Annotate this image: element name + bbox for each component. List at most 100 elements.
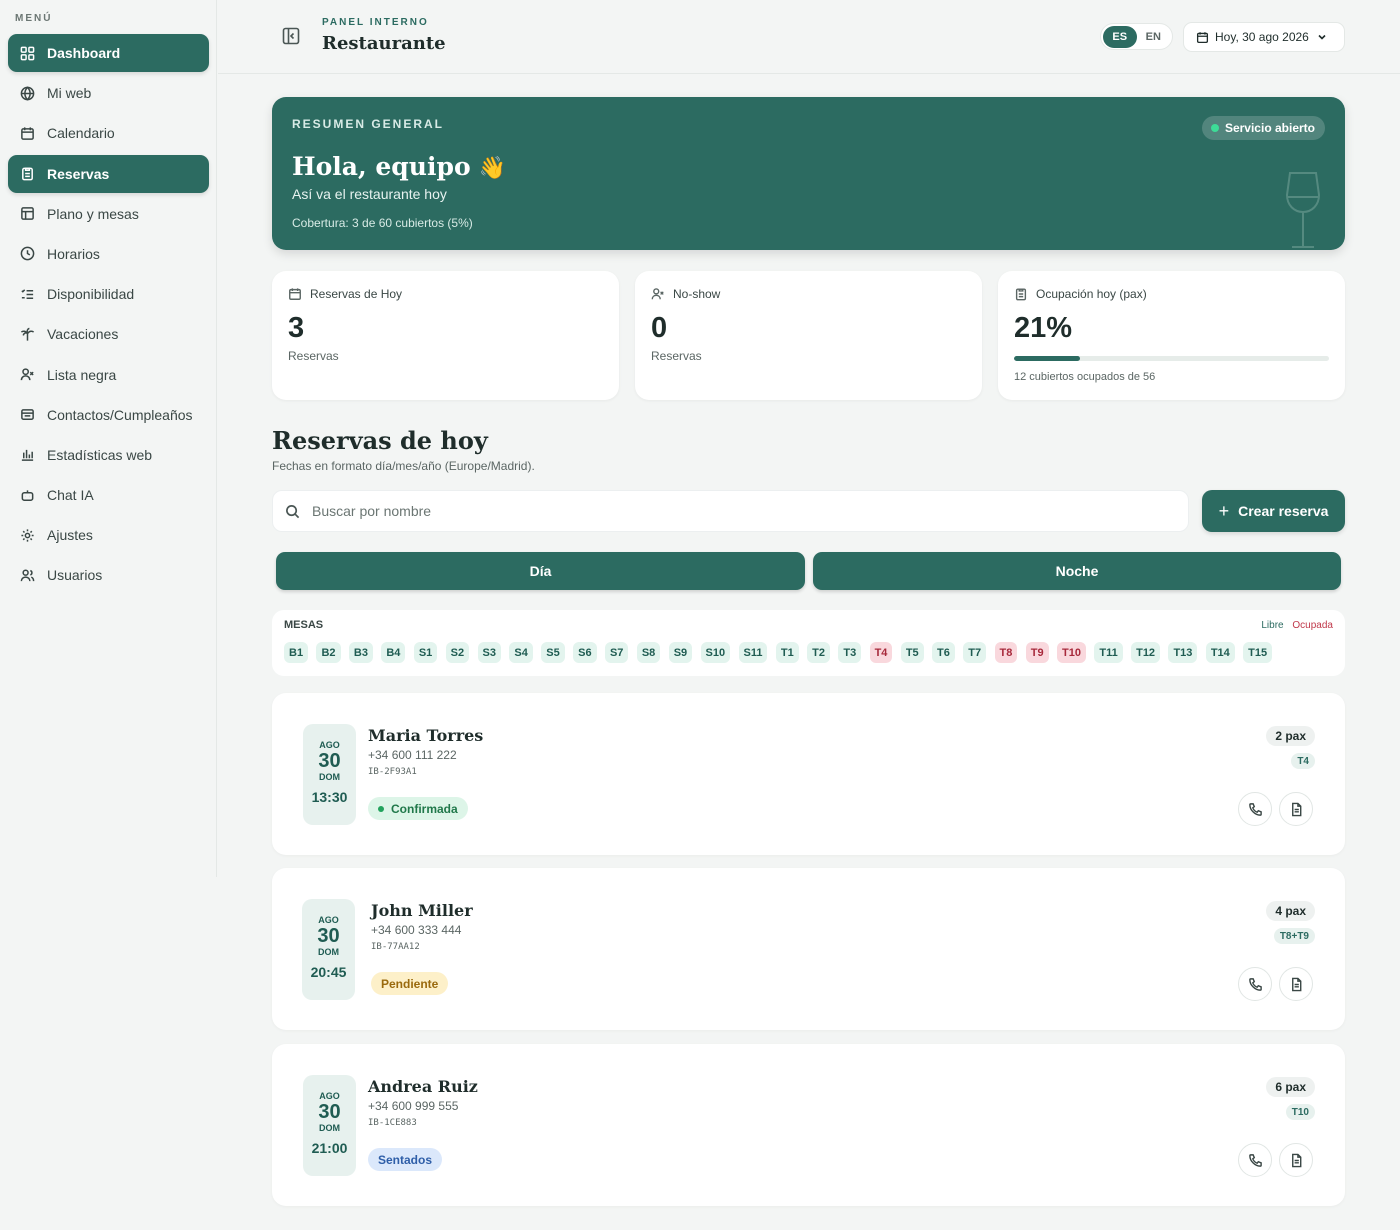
- hero-coverage: Cobertura: 3 de 60 cubiertos (5%): [292, 216, 473, 230]
- sidebar-item-label: Estadísticas web: [47, 446, 153, 463]
- wave-icon: 👋: [478, 155, 507, 181]
- sidebar-item-plano-y-mesas[interactable]: Plano y mesas: [8, 195, 209, 233]
- sidebar-item-vacaciones[interactable]: Vacaciones: [8, 315, 209, 353]
- table-chip[interactable]: T7: [963, 642, 987, 663]
- sidebar-item-dashboard[interactable]: Dashboard: [8, 34, 209, 72]
- table-chip[interactable]: S9: [668, 642, 693, 663]
- table-chip[interactable]: S6: [573, 642, 597, 663]
- table-chip[interactable]: S4: [509, 642, 533, 663]
- document-icon: [1291, 802, 1301, 816]
- stat-title-text: Reservas de Hoy: [310, 287, 403, 301]
- table-chip[interactable]: B2: [316, 642, 341, 663]
- table-chip[interactable]: S5: [541, 642, 565, 663]
- table-chip[interactable]: T4: [869, 642, 893, 663]
- stat-sub: Reservas: [288, 349, 339, 363]
- tab-dia[interactable]: Día: [276, 552, 805, 590]
- table-chip[interactable]: T15: [1243, 642, 1273, 663]
- phone-icon: [1248, 977, 1262, 991]
- sidebar-toggle-button[interactable]: [281, 26, 301, 46]
- stat-title-text: Ocupación hoy (pax): [1036, 287, 1147, 301]
- table-chip[interactable]: S2: [445, 642, 470, 663]
- table-chip[interactable]: T11: [1094, 642, 1123, 663]
- phone-icon: [1248, 1153, 1262, 1167]
- search-input[interactable]: [312, 503, 1112, 519]
- table-chip[interactable]: S10: [700, 642, 731, 663]
- layout-icon: [19, 206, 35, 222]
- table-chip[interactable]: B3: [348, 642, 373, 663]
- table-chip[interactable]: B4: [381, 642, 406, 663]
- table-chip[interactable]: T13: [1168, 642, 1198, 663]
- sidebar-item-horarios[interactable]: Horarios: [8, 235, 209, 273]
- calendar-icon: [19, 125, 35, 141]
- call-button[interactable]: [1238, 967, 1272, 1001]
- stat-card-noshow: No-show 0 Reservas: [635, 271, 982, 400]
- reservation-code: IB-1CE883: [368, 1118, 417, 1128]
- sidebar-item-usuarios[interactable]: Usuarios: [8, 556, 209, 594]
- search-bar: [272, 490, 1189, 532]
- table-chip[interactable]: T8: [994, 642, 1018, 663]
- palm-icon: [19, 326, 35, 342]
- plus-icon: +: [1218, 500, 1230, 521]
- reservation-phone: +34 600 999 555: [368, 1099, 459, 1113]
- menu-label: MENÚ: [15, 13, 53, 24]
- table-chip[interactable]: S7: [604, 642, 629, 663]
- table-chip[interactable]: S11: [738, 642, 768, 663]
- call-button[interactable]: [1238, 1143, 1272, 1177]
- date-label: Hoy, 30 ago 2026: [1215, 30, 1309, 44]
- table-chip[interactable]: S1: [413, 642, 438, 663]
- call-button[interactable]: [1238, 792, 1272, 826]
- lang-en-button[interactable]: EN: [1137, 26, 1171, 48]
- reservation-card[interactable]: AGO 30 DOM 13:30 Maria Torres +34 600 111 222…: [272, 693, 1345, 855]
- table-chip[interactable]: T2: [807, 642, 830, 663]
- table-chip[interactable]: T9: [1025, 642, 1049, 663]
- create-reservation-button[interactable]: + Crear reserva: [1202, 490, 1345, 532]
- panel-label: PANEL INTERNO: [322, 17, 429, 28]
- tab-noche[interactable]: Noche: [813, 552, 1341, 590]
- table-chip[interactable]: B1: [284, 642, 309, 663]
- sidebar-item-label: Usuarios: [47, 567, 103, 584]
- lang-es-button[interactable]: ES: [1103, 25, 1137, 48]
- table-chip[interactable]: S8: [636, 642, 661, 663]
- table-chip[interactable]: S3: [477, 642, 501, 663]
- table-chip[interactable]: T12: [1131, 642, 1161, 663]
- notes-button[interactable]: [1279, 792, 1313, 826]
- sidebar-item-contactos[interactable]: Contactos/Cumpleaños: [8, 396, 209, 434]
- wine-glass-icon: [1280, 169, 1326, 250]
- date-selector[interactable]: Hoy, 30 ago 2026: [1183, 22, 1345, 52]
- sidebar-item-label: Disponibilidad: [47, 286, 135, 303]
- search-icon: [286, 504, 300, 518]
- pax-badge: 2 pax: [1266, 726, 1315, 746]
- user-x-icon: [19, 367, 35, 383]
- sidebar-item-chat-ia[interactable]: Chat IA: [8, 476, 209, 514]
- sidebar-item-disponibilidad[interactable]: Disponibilidad: [8, 275, 209, 313]
- table-chip[interactable]: T1: [775, 642, 799, 663]
- occupancy-progress-bar: [1014, 356, 1329, 361]
- reservation-card[interactable]: AGO 30 DOM 21:00 Andrea Ruiz +34 600 999 555 I…: [272, 1044, 1345, 1206]
- stat-card-today: Reservas de Hoy 3 Reservas: [272, 271, 619, 400]
- reservation-day: 30: [318, 750, 341, 772]
- stat-sub: Reservas: [651, 349, 702, 363]
- table-chip[interactable]: T6: [932, 642, 955, 663]
- hero-label: RESUMEN GENERAL: [292, 117, 445, 131]
- reservation-weekday: DOM: [319, 1123, 340, 1133]
- sidebar-item-lista-negra[interactable]: Lista negra: [8, 356, 209, 394]
- notes-button[interactable]: [1279, 967, 1313, 1001]
- table-chip[interactable]: T14: [1205, 642, 1235, 663]
- sidebar-item-estadisticas-web[interactable]: Estadísticas web: [8, 436, 209, 474]
- pax-badge: 6 pax: [1266, 1077, 1315, 1097]
- sidebar-item-ajustes[interactable]: Ajustes: [8, 516, 209, 554]
- calendar-icon: [289, 288, 301, 300]
- table-chip[interactable]: T3: [838, 642, 862, 663]
- top-header: PANEL INTERNO Restaurante ES EN Hoy, 30 …: [218, 0, 1400, 74]
- table-chip[interactable]: T5: [900, 642, 924, 663]
- notes-button[interactable]: [1279, 1143, 1313, 1177]
- sidebar-item-reservas[interactable]: Reservas: [8, 154, 209, 193]
- phone-icon: [1248, 802, 1262, 816]
- sidebar-item-mi-web[interactable]: Mi web: [8, 74, 209, 112]
- sidebar-item-label: Lista negra: [47, 366, 117, 383]
- table-chip[interactable]: T10: [1056, 642, 1086, 663]
- user-x-icon: [651, 288, 664, 300]
- reservation-card[interactable]: AGO 30 DOM 20:45 John Miller +34 600 333 444 I…: [272, 868, 1345, 1030]
- sidebar-item-calendario[interactable]: Calendario: [8, 114, 209, 152]
- reservation-name: John Miller: [371, 901, 473, 920]
